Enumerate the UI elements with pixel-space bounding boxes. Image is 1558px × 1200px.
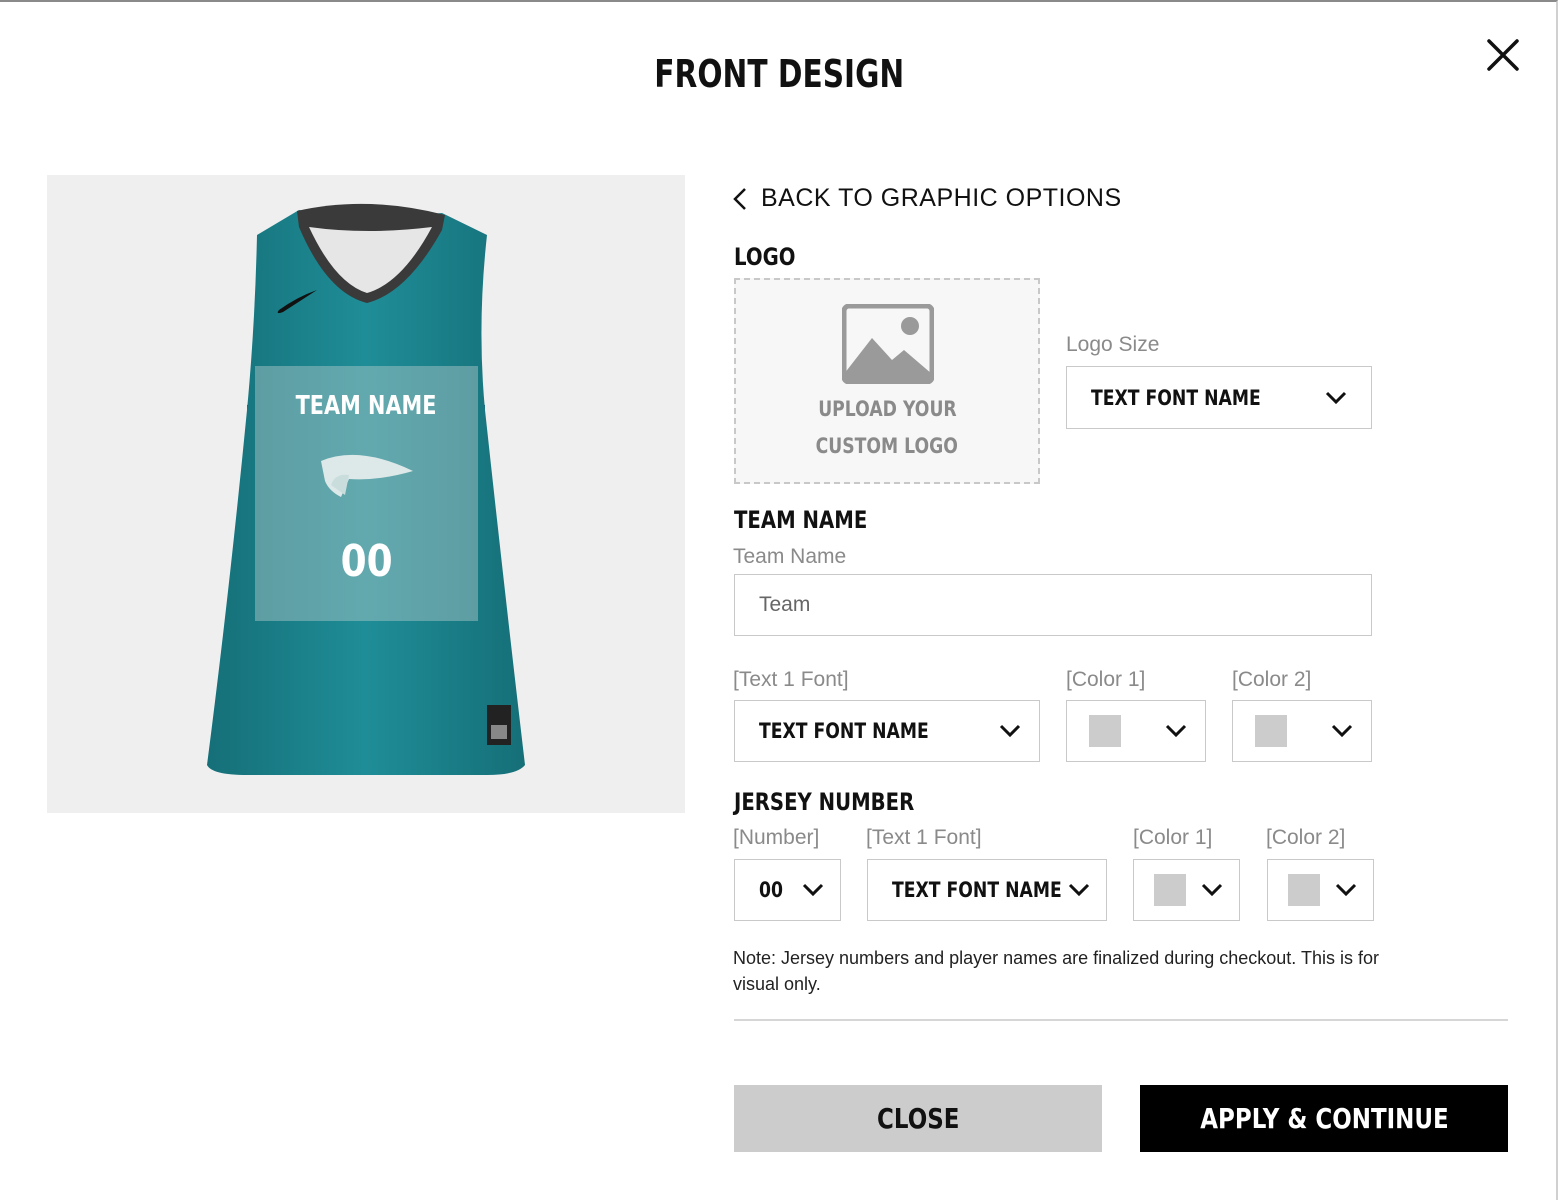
preview-team-name: TEAM NAME — [296, 391, 437, 421]
color-swatch — [1154, 874, 1186, 906]
team-font-select[interactable]: TEXT FONT NAME — [734, 700, 1040, 762]
close-button[interactable]: CLOSE — [734, 1085, 1102, 1152]
team-name-heading: TEAM NAME — [734, 506, 868, 534]
upload-logo-label: UPLOAD YOUR CUSTOM LOGO — [815, 397, 959, 458]
number-label: [Number] — [733, 826, 820, 849]
number-value: 00 — [759, 878, 783, 902]
modal-title: FRONT DESIGN — [654, 52, 904, 96]
chevron-left-icon — [733, 187, 746, 210]
chevron-down-icon — [1331, 724, 1353, 738]
number-color2-label: [Color 2] — [1266, 826, 1346, 849]
back-to-graphic-options-link[interactable]: BACK TO GRAPHIC OPTIONS — [733, 184, 1122, 213]
team-font-label: [Text 1 Font] — [733, 668, 849, 691]
checkout-note: Note: Jersey numbers and player names ar… — [733, 948, 1379, 994]
team-color1-label: [Color 1] — [1066, 668, 1146, 691]
number-font-select[interactable]: TEXT FONT NAME — [867, 859, 1107, 921]
preview-number: 00 — [340, 536, 393, 587]
divider — [734, 1019, 1508, 1021]
team-font-value: TEXT FONT NAME — [759, 719, 929, 743]
team-name-input[interactable]: Team — [734, 574, 1372, 636]
number-font-label: [Text 1 Font] — [866, 826, 982, 849]
color-swatch — [1089, 715, 1121, 747]
apply-continue-button[interactable]: APPLY & CONTINUE — [1140, 1085, 1508, 1152]
color-swatch — [1255, 715, 1287, 747]
logo-size-select[interactable]: TEXT FONT NAME — [1066, 366, 1372, 429]
upload-logo-dropzone[interactable]: UPLOAD YOUR CUSTOM LOGO — [734, 278, 1040, 484]
chevron-down-icon — [999, 724, 1021, 738]
team-color2-label: [Color 2] — [1232, 668, 1312, 691]
jersey-number-heading: JERSEY NUMBER — [734, 788, 915, 816]
chevron-down-icon — [1068, 883, 1090, 897]
chevron-down-icon — [1325, 391, 1347, 404]
team-name-field-label: Team Name — [733, 545, 847, 568]
image-placeholder-icon — [842, 304, 934, 384]
back-link-label: BACK TO GRAPHIC OPTIONS — [761, 184, 1122, 212]
design-overlay: TEAM NAME 00 — [255, 366, 478, 621]
number-select[interactable]: 00 — [734, 859, 841, 921]
number-color1-select[interactable] — [1133, 859, 1240, 921]
jersey-preview: TEAM NAME 00 — [47, 175, 685, 813]
logo-heading: LOGO — [734, 243, 796, 271]
chevron-down-icon — [1165, 724, 1187, 738]
logo-size-label: Logo Size — [1066, 333, 1160, 356]
team-color2-select[interactable] — [1232, 700, 1372, 762]
logo-size-value: TEXT FONT NAME — [1091, 385, 1261, 410]
number-color2-select[interactable] — [1267, 859, 1374, 921]
close-icon[interactable] — [1482, 34, 1524, 76]
color-swatch — [1288, 874, 1320, 906]
team-color1-select[interactable] — [1066, 700, 1206, 762]
number-color1-label: [Color 1] — [1133, 826, 1213, 849]
number-font-value: TEXT FONT NAME — [892, 878, 1062, 902]
chevron-down-icon — [1201, 883, 1223, 897]
chevron-down-icon — [802, 883, 824, 897]
chevron-down-icon — [1335, 883, 1357, 897]
